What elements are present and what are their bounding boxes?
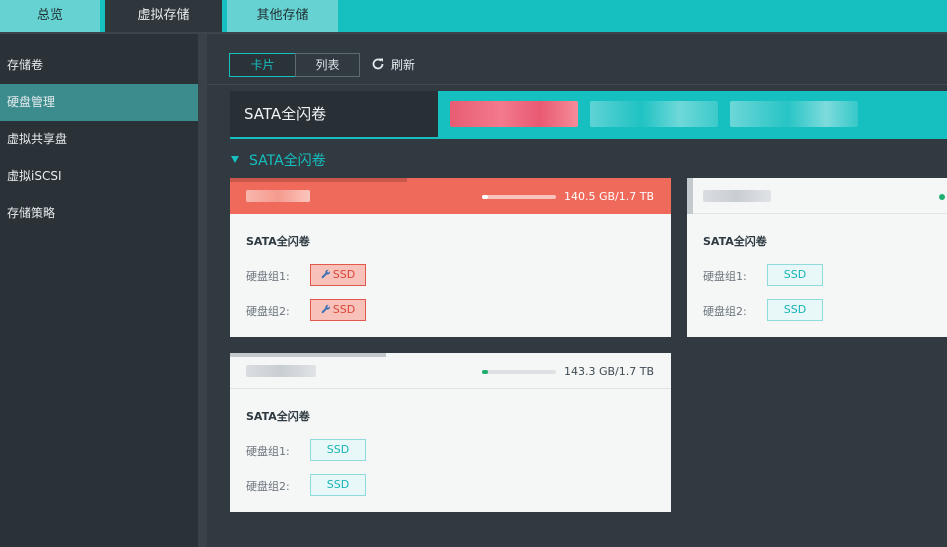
redacted-disk-name bbox=[246, 365, 316, 377]
status-dot bbox=[939, 194, 945, 200]
disk-group-label: 硬盘组2: bbox=[246, 305, 290, 318]
volume-tab-redacted[interactable] bbox=[450, 101, 578, 127]
ssd-badge[interactable]: SSD bbox=[310, 439, 366, 461]
refresh-button[interactable]: 刷新 bbox=[371, 55, 415, 75]
volume-tab-active[interactable]: SATA全闪卷 bbox=[230, 91, 438, 139]
ssd-badge-warning[interactable]: SSD bbox=[310, 264, 366, 286]
sidebar: 存储卷 硬盘管理 虚拟共享盘 虚拟iSCSI 存储策略 bbox=[0, 34, 198, 547]
disk-group-label: 硬盘组2: bbox=[246, 480, 290, 493]
section-title: SATA全闪卷 bbox=[249, 153, 326, 169]
ssd-label: SSD bbox=[332, 303, 356, 316]
ssd-label: SSD bbox=[332, 268, 356, 281]
sidebar-item-disk-management[interactable]: 硬盘管理 bbox=[0, 84, 198, 121]
volume-tab-redacted[interactable] bbox=[590, 101, 718, 127]
disk-card[interactable]: SATA全闪卷 硬盘组1: SSD 硬盘组2: SSD bbox=[687, 178, 947, 337]
ssd-badge-warning[interactable]: SSD bbox=[310, 299, 366, 321]
disk-group-label: 硬盘组2: bbox=[703, 305, 747, 318]
sidebar-item-storage-volume[interactable]: 存储卷 bbox=[0, 47, 198, 84]
card-header: 140.5 GB/1.7 TB bbox=[230, 178, 671, 214]
card-view-button[interactable]: 卡片 bbox=[229, 53, 296, 77]
volume-tab-bar: SATA全闪卷 bbox=[230, 91, 947, 139]
disk-group-label: 硬盘组1: bbox=[703, 270, 747, 283]
redacted-disk-name bbox=[246, 190, 310, 202]
usage-bar-fill bbox=[482, 370, 488, 374]
top-nav: 总览 虚拟存储 其他存储 bbox=[0, 0, 947, 32]
tab-other-storage[interactable]: 其他存储 bbox=[227, 0, 338, 32]
usage-bar-fill bbox=[482, 195, 488, 199]
disk-card[interactable]: 143.3 GB/1.7 TB SATA全闪卷 硬盘组1: SSD 硬盘组2: … bbox=[230, 353, 671, 512]
usage-bar bbox=[482, 195, 556, 199]
card-header: 143.3 GB/1.7 TB bbox=[230, 353, 671, 389]
disk-group-label: 硬盘组1: bbox=[246, 445, 290, 458]
card-top-strip bbox=[230, 178, 407, 182]
ssd-badge[interactable]: SSD bbox=[767, 299, 823, 321]
sidebar-item-storage-policy[interactable]: 存储策略 bbox=[0, 195, 198, 232]
volume-tab-redacted[interactable] bbox=[730, 101, 858, 127]
ssd-badge[interactable]: SSD bbox=[767, 264, 823, 286]
volume-tab-strip bbox=[438, 91, 947, 139]
usage-text: 143.3 GB/1.7 TB bbox=[564, 365, 655, 378]
sidebar-item-virtual-share[interactable]: 虚拟共享盘 bbox=[0, 121, 198, 158]
list-view-button[interactable]: 列表 bbox=[295, 53, 360, 77]
usage-text: 140.5 GB/1.7 TB bbox=[564, 190, 655, 203]
toolbar-divider bbox=[207, 84, 947, 85]
disk-group-label: 硬盘组1: bbox=[246, 270, 290, 283]
collapse-triangle-icon bbox=[231, 156, 239, 163]
ssd-badge[interactable]: SSD bbox=[310, 474, 366, 496]
sidebar-gutter bbox=[198, 34, 207, 547]
section-header[interactable]: SATA全闪卷 bbox=[231, 150, 326, 170]
main-panel: 卡片 列表 刷新 SATA全闪卷 SATA全闪卷 140.5 GB/1.7 TB… bbox=[207, 34, 947, 547]
tab-overview[interactable]: 总览 bbox=[0, 0, 100, 32]
card-top-strip bbox=[230, 353, 386, 357]
sidebar-item-virtual-iscsi[interactable]: 虚拟iSCSI bbox=[0, 158, 198, 195]
card-volume-name: SATA全闪卷 bbox=[246, 235, 310, 248]
refresh-icon bbox=[372, 58, 384, 70]
wrench-icon bbox=[321, 269, 330, 279]
card-header bbox=[687, 178, 947, 214]
redacted-disk-name bbox=[703, 190, 771, 202]
usage-bar bbox=[482, 370, 556, 374]
disk-card[interactable]: 140.5 GB/1.7 TB SATA全闪卷 硬盘组1: SSD 硬盘组2: … bbox=[230, 178, 671, 337]
wrench-icon bbox=[321, 304, 330, 314]
card-volume-name: SATA全闪卷 bbox=[703, 235, 767, 248]
card-top-strip bbox=[687, 178, 693, 214]
tab-virtual-storage[interactable]: 虚拟存储 bbox=[105, 0, 222, 32]
card-volume-name: SATA全闪卷 bbox=[246, 410, 310, 423]
refresh-label: 刷新 bbox=[391, 58, 416, 72]
